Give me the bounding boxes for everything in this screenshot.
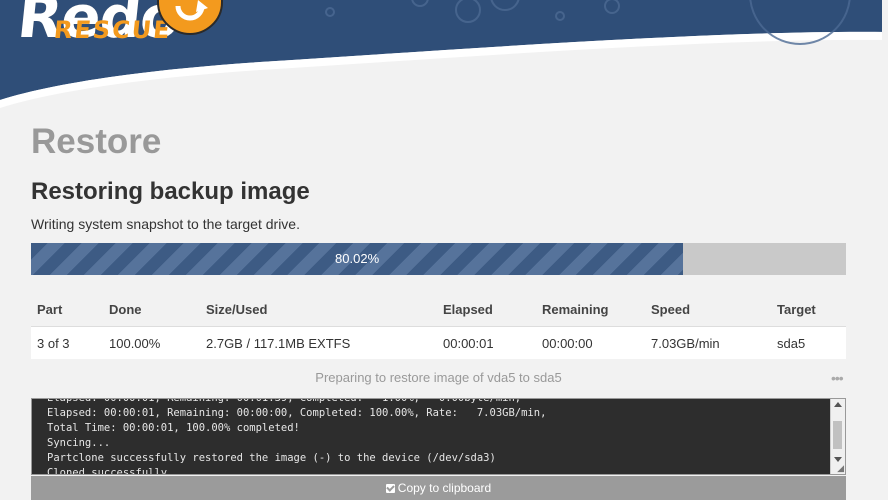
page-subtitle: Restoring backup image [31,178,310,205]
column-header-done: Done [103,292,200,327]
table-row: 3 of 3 100.00% 2.7GB / 117.1MB EXTFS 00:… [31,326,846,359]
scroll-up-arrow-icon[interactable] [834,402,842,407]
scrollbar-thumb[interactable] [833,421,842,449]
page-title: Restore [31,122,162,161]
logo-emblem-icon [157,0,223,36]
column-header-target: Target [771,292,846,327]
progress-label: 80.02% [335,251,380,266]
cell-elapsed: 00:00:01 [437,326,536,359]
resize-grip-icon[interactable]: ◢ [837,464,844,473]
column-header-elapsed: Elapsed [437,292,536,327]
partition-status-table: Part Done Size/Used Elapsed Remaining Sp… [31,292,846,359]
header-banner: Redo RESCUE [0,0,888,110]
console-scrollbar[interactable]: ◢ [830,399,845,474]
console-output[interactable]: Elapsed: 00:00:01, Remaining: 00:01:39, … [31,398,846,475]
cell-speed: 7.03GB/min [645,326,771,359]
console-log-text: Elapsed: 00:00:01, Remaining: 00:01:39, … [47,398,547,475]
table-header-row: Part Done Size/Used Elapsed Remaining Sp… [31,292,846,327]
column-header-speed: Speed [645,292,771,327]
more-dots-icon[interactable]: ••• [831,370,844,386]
scroll-down-arrow-icon[interactable] [834,457,842,462]
restore-progress-bar: 80.02% [31,243,846,275]
copy-to-clipboard-button[interactable]: Copy to clipboard [31,476,846,500]
column-header-size-used: Size/Used [200,292,437,327]
cell-remaining: 00:00:00 [536,326,645,359]
status-message: Preparing to restore image of vda5 to sd… [315,370,562,385]
cell-size-used: 2.7GB / 117.1MB EXTFS [200,326,437,359]
cell-part: 3 of 3 [31,326,103,359]
column-header-part: Part [31,292,103,327]
page-description: Writing system snapshot to the target dr… [31,216,300,232]
cell-done: 100.00% [103,326,200,359]
copy-button-label: Copy to clipboard [397,481,492,495]
check-icon [385,484,395,493]
cell-target: sda5 [771,326,846,359]
page-scrollbar[interactable] [882,0,888,500]
column-header-remaining: Remaining [536,292,645,327]
